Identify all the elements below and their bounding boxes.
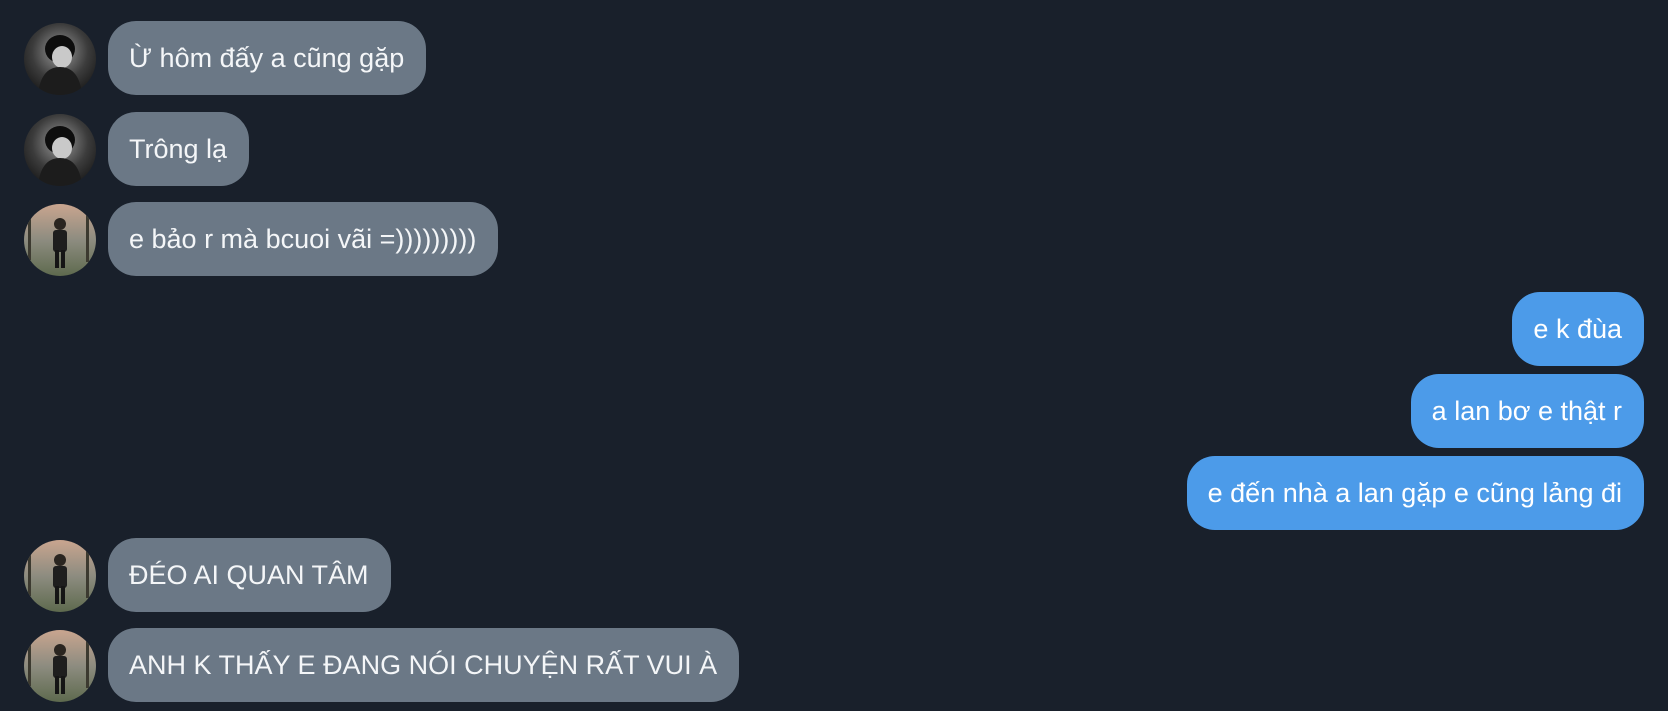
- message-row: e bảo r mà bcuoi vãi =))))))))): [0, 202, 1668, 276]
- avatar-b-icon: [24, 540, 96, 612]
- message-bubble[interactable]: e bảo r mà bcuoi vãi =))))))))): [108, 202, 499, 276]
- message-row: e k đùa: [0, 292, 1668, 366]
- avatar-a-icon: [24, 23, 96, 95]
- avatar-a-icon: [24, 114, 96, 186]
- message-bubble[interactable]: a lan bơ e thật r: [1410, 374, 1644, 448]
- message-bubble[interactable]: e k đùa: [1512, 292, 1644, 366]
- message-row: e đến nhà a lan gặp e cũng lảng đi: [0, 456, 1668, 530]
- message-row: Ừ hôm đấy a cũng gặp: [0, 21, 1668, 95]
- avatar[interactable]: [24, 204, 96, 276]
- avatar[interactable]: [24, 114, 96, 186]
- message-row: ĐÉO AI QUAN TÂM: [0, 538, 1668, 612]
- avatar-b-icon: [24, 204, 96, 276]
- avatar[interactable]: [24, 630, 96, 702]
- chat-message-list[interactable]: Ừ hôm đấy a cũng gặp Trông lạ e bảo r mà…: [0, 0, 1668, 711]
- message-bubble[interactable]: Trông lạ: [108, 112, 250, 186]
- avatar[interactable]: [24, 540, 96, 612]
- message-row: Trông lạ: [0, 112, 1668, 186]
- message-bubble[interactable]: ĐÉO AI QUAN TÂM: [108, 538, 391, 612]
- message-bubble[interactable]: e đến nhà a lan gặp e cũng lảng đi: [1186, 456, 1644, 530]
- message-bubble[interactable]: ANH K THẤY E ĐANG NÓI CHUYỆN RẤT VUI À: [108, 628, 740, 702]
- avatar[interactable]: [24, 23, 96, 95]
- message-bubble[interactable]: Ừ hôm đấy a cũng gặp: [108, 21, 427, 95]
- message-row: ANH K THẤY E ĐANG NÓI CHUYỆN RẤT VUI À: [0, 628, 1668, 702]
- message-row: a lan bơ e thật r: [0, 374, 1668, 448]
- avatar-b-icon: [24, 630, 96, 702]
